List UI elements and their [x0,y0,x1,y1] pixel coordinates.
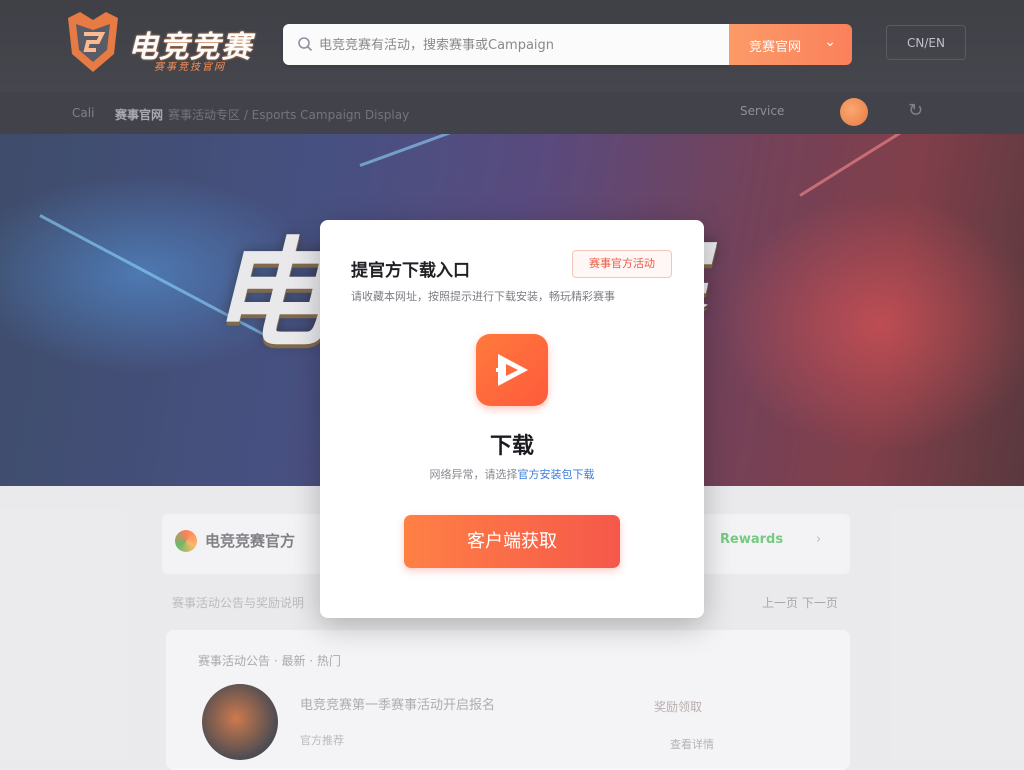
download-dialog: 提官方下载入口 赛事官方活动 请收藏本网址，按照提示进行下载安装，畅玩精彩赛事 … [320,220,704,618]
download-subtitle-text: 网络异常，请选择 [429,468,518,481]
app-icon [476,334,548,406]
download-title: 下载 [489,434,534,459]
download-subtitle: 网络异常，请选择官方安装包下载 [320,466,704,482]
download-alt-link[interactable]: 官方安装包下载 [518,468,595,481]
play-logo-icon [496,354,528,386]
dialog-badge[interactable]: 赛事官方活动 [572,250,672,278]
dialog-description: 请收藏本网址，按照提示进行下载安装，畅玩精彩赛事 [351,290,615,303]
dialog-title: 提官方下载入口 [351,261,470,281]
get-client-button[interactable]: 客户端获取 [404,515,620,568]
